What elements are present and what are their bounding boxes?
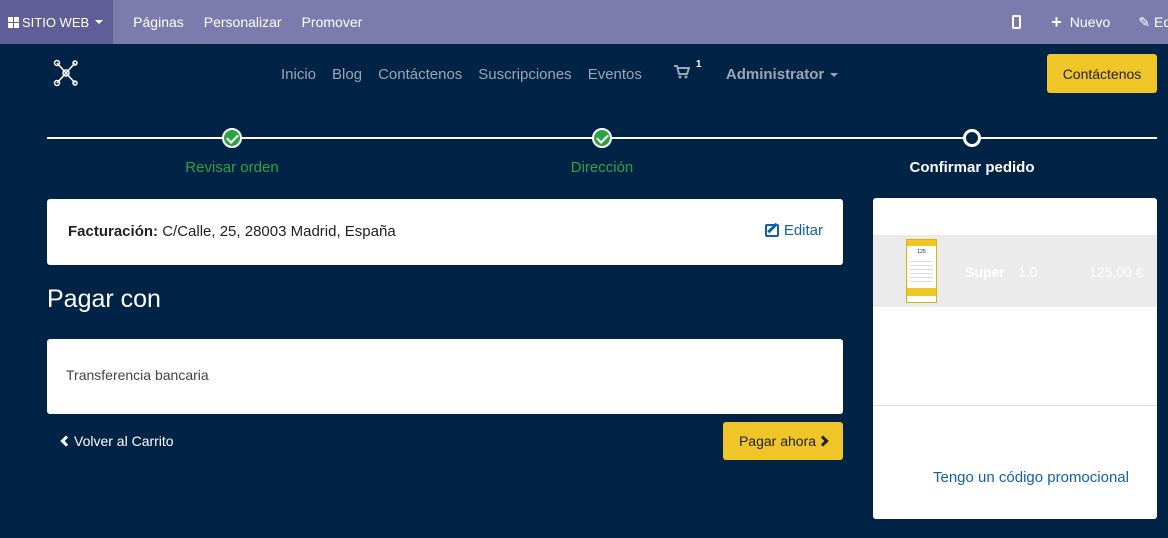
nav-subscriptions[interactable]: Suscripciones bbox=[478, 66, 571, 83]
caret-down-icon bbox=[95, 20, 104, 24]
billing-label: Facturación: bbox=[68, 223, 159, 240]
payment-title: Pagar con bbox=[47, 285, 161, 313]
edit-billing-link[interactable]: Editar bbox=[764, 222, 823, 239]
product-price: 125,00 € bbox=[1089, 264, 1144, 280]
step-address-label[interactable]: Dirección bbox=[502, 159, 702, 176]
site-menu-button[interactable]: SITIO WEB bbox=[0, 0, 114, 44]
product-name: Super bbox=[965, 264, 1005, 280]
step-review-label[interactable]: Revisar orden bbox=[132, 159, 332, 176]
order-summary: 125 Super 1.0 125,00 € Tengo un código p… bbox=[873, 198, 1157, 519]
back-to-cart-label: Volver al Carrito bbox=[74, 433, 174, 449]
admin-bar: SITIO WEB Páginas Personalizar Promover … bbox=[0, 0, 1168, 44]
step-confirm-label: Confirmar pedido bbox=[909, 159, 1035, 176]
site-logo[interactable] bbox=[52, 58, 80, 88]
nav-contact[interactable]: Contáctenos bbox=[378, 66, 462, 83]
nav-events[interactable]: Eventos bbox=[588, 66, 642, 83]
thumbnail-price: 125 bbox=[917, 249, 926, 255]
payment-method-option[interactable]: Transferencia bancaria bbox=[66, 367, 209, 383]
pencil-icon: ✎ bbox=[1138, 13, 1150, 30]
menu-promote[interactable]: Promover bbox=[302, 14, 363, 30]
step-confirm-circle-icon bbox=[963, 129, 981, 147]
billing-address-text: C/Calle, 25, 28003 Madrid, España bbox=[162, 223, 396, 240]
user-menu[interactable]: Administrator bbox=[725, 65, 839, 83]
plus-icon: + bbox=[1051, 11, 1062, 32]
apps-grid-icon bbox=[8, 16, 19, 28]
cart-icon bbox=[673, 65, 691, 79]
edit-page-button[interactable]: Editar bbox=[1154, 14, 1168, 30]
nav-home[interactable]: Inicio bbox=[281, 66, 316, 83]
back-to-cart-link[interactable]: Volver al Carrito bbox=[60, 433, 174, 449]
menu-customize[interactable]: Personalizar bbox=[204, 14, 282, 30]
step-address-check-icon bbox=[592, 128, 612, 148]
main-nav: Inicio Blog Contáctenos Suscripciones Ev… bbox=[281, 59, 839, 83]
edit-icon bbox=[764, 224, 779, 237]
promo-code-link[interactable]: Tengo un código promocional bbox=[933, 469, 1129, 486]
caret-down-icon bbox=[830, 72, 839, 77]
menu-pages[interactable]: Páginas bbox=[133, 14, 184, 30]
billing-card: Facturación: C/Calle, 25, 28003 Madrid, … bbox=[47, 199, 843, 265]
product-qty: 1.0 bbox=[1018, 264, 1038, 280]
billing-address: Facturación: C/Calle, 25, 28003 Madrid, … bbox=[68, 223, 396, 240]
step-review-check-icon bbox=[222, 128, 242, 148]
contact-button[interactable]: Contáctenos bbox=[1047, 54, 1157, 93]
mobile-preview-icon[interactable] bbox=[1012, 15, 1022, 29]
user-name: Administrator bbox=[725, 65, 825, 83]
pay-now-button[interactable]: Pagar ahora bbox=[723, 422, 843, 460]
order-line: 125 Super 1.0 125,00 € bbox=[873, 235, 1157, 307]
site-menu-label: SITIO WEB bbox=[22, 14, 90, 30]
product-thumbnail: 125 bbox=[906, 239, 937, 303]
chevron-right-icon bbox=[817, 435, 829, 447]
pay-now-label: Pagar ahora bbox=[738, 433, 817, 449]
nav-blog[interactable]: Blog bbox=[332, 66, 362, 83]
payment-methods-card: Transferencia bancaria bbox=[47, 339, 843, 414]
chevron-left-icon bbox=[60, 435, 72, 447]
new-button[interactable]: Nuevo bbox=[1070, 14, 1110, 30]
divider bbox=[873, 405, 1157, 406]
cart-count-badge: 1 bbox=[695, 59, 702, 70]
cart-link[interactable]: 1 bbox=[673, 59, 701, 83]
edit-billing-label: Editar bbox=[783, 222, 823, 239]
